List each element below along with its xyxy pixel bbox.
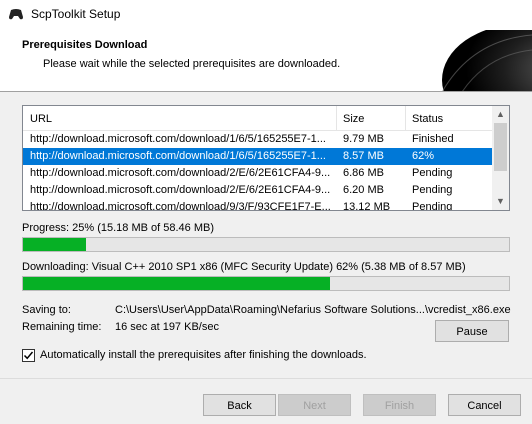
scroll-up-icon[interactable]: ▲ xyxy=(492,106,509,123)
column-divider[interactable] xyxy=(405,106,406,131)
list-header: URL Size Status xyxy=(23,106,493,131)
column-header-url[interactable]: URL xyxy=(30,113,52,125)
scroll-thumb[interactable] xyxy=(494,123,507,171)
downloads-list[interactable]: URL Size Status http://download.microsof… xyxy=(22,105,510,211)
window-title: ScpToolkit Setup xyxy=(31,7,121,21)
row-url: http://download.microsoft.com/download/2… xyxy=(30,184,331,196)
row-url: http://download.microsoft.com/download/1… xyxy=(30,133,326,145)
column-divider[interactable] xyxy=(336,106,337,131)
current-download-progress-bar xyxy=(22,276,510,291)
header-logo-graphic xyxy=(442,30,532,91)
saving-to-label: Saving to: xyxy=(22,304,71,316)
list-row[interactable]: http://download.microsoft.com/download/2… xyxy=(23,182,493,199)
checkmark-icon xyxy=(23,351,34,360)
current-download-progress-fill xyxy=(23,277,330,290)
window-titlebar: ScpToolkit Setup xyxy=(0,0,532,30)
gamepad-icon xyxy=(9,9,23,20)
row-size: 13.12 MB xyxy=(343,201,391,211)
finish-button[interactable]: Finish xyxy=(363,394,436,416)
overall-progress-bar xyxy=(22,237,510,252)
next-button[interactable]: Next xyxy=(278,394,351,416)
overall-progress-label: Progress: 25% (15.18 MB of 58.46 MB) xyxy=(22,222,214,234)
row-status: Pending xyxy=(412,201,453,211)
back-button[interactable]: Back xyxy=(203,394,276,416)
cancel-button[interactable]: Cancel xyxy=(448,394,521,416)
row-size: 9.79 MB xyxy=(343,133,384,145)
pause-button[interactable]: Pause xyxy=(435,320,509,342)
overall-progress-fill xyxy=(23,238,86,251)
list-rows: http://download.microsoft.com/download/1… xyxy=(23,131,493,211)
row-status: Pending xyxy=(412,167,453,179)
row-status: Finished xyxy=(412,133,454,145)
list-row[interactable]: http://download.microsoft.com/download/2… xyxy=(23,165,493,182)
remaining-time-label: Remaining time: xyxy=(22,321,102,333)
footer-divider xyxy=(0,378,532,379)
row-size: 6.86 MB xyxy=(343,167,384,179)
row-url: http://download.microsoft.com/download/9… xyxy=(30,201,331,211)
list-row[interactable]: http://download.microsoft.com/download/1… xyxy=(23,148,493,165)
auto-install-label[interactable]: Automatically install the prerequisites … xyxy=(40,349,367,361)
vertical-scrollbar[interactable]: ▲ ▼ xyxy=(492,106,509,210)
column-header-size[interactable]: Size xyxy=(343,113,364,125)
list-row[interactable]: http://download.microsoft.com/download/1… xyxy=(23,131,493,148)
wizard-header: Prerequisites Download Please wait while… xyxy=(0,30,532,92)
remaining-time-value: 16 sec at 197 KB/sec xyxy=(115,321,219,333)
scroll-down-icon[interactable]: ▼ xyxy=(492,193,509,210)
row-size: 6.20 MB xyxy=(343,184,384,196)
list-row[interactable]: http://download.microsoft.com/download/9… xyxy=(23,199,493,211)
column-header-status[interactable]: Status xyxy=(412,113,443,125)
row-url: http://download.microsoft.com/download/2… xyxy=(30,167,331,179)
current-download-label: Downloading: Visual C++ 2010 SP1 x86 (MF… xyxy=(22,261,466,273)
row-size: 8.57 MB xyxy=(343,150,384,162)
saving-to-path: C:\Users\User\AppData\Roaming\Nefarius S… xyxy=(115,304,511,316)
row-url: http://download.microsoft.com/download/1… xyxy=(30,150,326,162)
row-status: 62% xyxy=(412,150,435,162)
page-subtitle: Please wait while the selected prerequis… xyxy=(43,58,341,70)
row-status: Pending xyxy=(412,184,453,196)
auto-install-checkbox[interactable] xyxy=(22,349,35,362)
page-title: Prerequisites Download xyxy=(22,39,148,51)
